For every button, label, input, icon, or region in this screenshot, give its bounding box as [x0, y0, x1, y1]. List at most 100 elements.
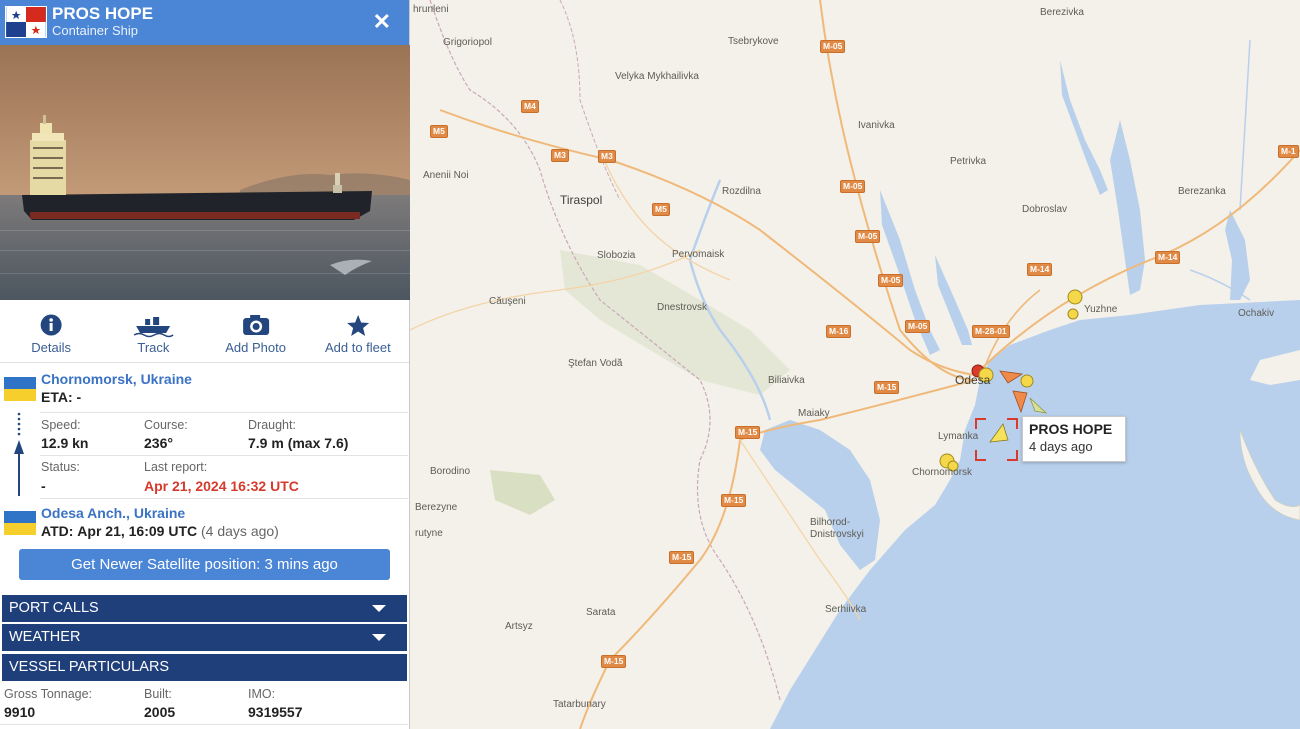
last-report-value: Apr 21, 2024 16:32 UTC — [144, 478, 299, 494]
status-value: - — [41, 478, 46, 494]
track-label: Track — [137, 340, 170, 355]
star-icon — [346, 315, 369, 336]
origin-port-link[interactable]: Odesa Anch., Ukraine — [41, 505, 185, 521]
course-label: Course: — [144, 418, 188, 432]
place-label-dobroslav: Dobroslav — [1022, 204, 1068, 215]
gross-tonnage-value: 9910 — [4, 704, 36, 720]
tooltip-last-seen: 4 days ago — [1029, 439, 1093, 454]
add-photo-button[interactable]: Add Photo — [205, 300, 307, 362]
imo-label: IMO: — [248, 687, 276, 701]
place-label-lymanka: Lymanka — [938, 431, 979, 442]
weather-section[interactable]: WEATHER — [2, 624, 407, 651]
app: hrunleni Grigoriopol Tsebrykove Berezivk… — [0, 0, 1300, 729]
place-label-artsyz: Artsyz — [505, 621, 533, 632]
place-label-rozdilna: Rozdilna — [722, 186, 761, 197]
imo-value: 9319557 — [248, 704, 303, 720]
road-badge: M-28-01 — [972, 325, 1010, 338]
course-value: 236° — [144, 435, 173, 451]
road-badge: M-14 — [1155, 251, 1181, 264]
speed-label: Speed: — [41, 418, 81, 432]
eta-label: ETA: — [41, 389, 73, 405]
track-button[interactable]: Track — [102, 300, 204, 362]
road-badge: M-05 — [820, 40, 846, 53]
place-label-rutyne: rutyne — [415, 528, 443, 539]
panel-header: PROS HOPE Container Ship ✕ — [0, 0, 409, 45]
place-label-maiaky: Maiaky — [798, 408, 830, 419]
place-label-causeni: Căuşeni — [489, 296, 526, 307]
place-label-tiraspol: Tiraspol — [560, 193, 603, 207]
vessel-particulars-label: VESSEL PARTICULARS — [9, 659, 170, 675]
add-photo-label: Add Photo — [225, 340, 286, 355]
route-arrow-icon — [14, 412, 24, 496]
place-label-tatarbunary: Tatarbunary — [553, 699, 606, 710]
road-badge: M-15 — [669, 551, 695, 564]
port-calls-section[interactable]: PORT CALLS — [2, 595, 407, 622]
place-label-velyka-mykhailivka: Velyka Mykhailivka — [615, 71, 699, 82]
gross-tonnage-label: Gross Tonnage: — [4, 687, 93, 701]
road-badge: M-15 — [721, 494, 747, 507]
divider — [40, 455, 408, 456]
close-icon[interactable]: ✕ — [373, 9, 391, 35]
built-label: Built: — [144, 687, 172, 701]
divider — [40, 412, 408, 413]
add-to-fleet-button[interactable]: Add to fleet — [307, 300, 409, 362]
place-label-yuzhne: Yuzhne — [1084, 304, 1118, 315]
divider — [40, 498, 408, 499]
road-badge: M3 — [551, 149, 569, 162]
road-badge: M3 — [598, 150, 616, 163]
road-badge: M-15 — [735, 426, 761, 439]
road-badge: M5 — [652, 203, 670, 216]
place-label-bilhorod-dnistrovskyi: Bilhorod- Dnistrovskyi — [810, 517, 864, 540]
place-label-odesa: Odesa — [955, 373, 991, 387]
speed-value: 12.9 kn — [41, 435, 89, 451]
vessel-name: PROS HOPE — [52, 4, 154, 23]
draught-value: 7.9 m (max 7.6) — [248, 435, 349, 451]
add-to-fleet-label: Add to fleet — [324, 340, 391, 355]
place-label-sarata: Sarata — [586, 607, 616, 618]
atd-label: ATD: — [41, 523, 74, 539]
road-badge: M-05 — [855, 230, 881, 243]
road-badge: M-05 — [905, 320, 931, 333]
place-label-ivanivka: Ivanivka — [858, 120, 895, 131]
eta-row: ETA: - — [41, 389, 81, 405]
place-label-grigoriopol: Grigoriopol — [443, 37, 492, 48]
place-label-berezyne: Berezyne — [415, 502, 458, 513]
chevron-down-icon — [372, 605, 386, 612]
atd-value: Apr 21, 16:09 UTC — [77, 523, 198, 539]
details-button[interactable]: Details — [0, 300, 102, 362]
place-label-borodino: Borodino — [430, 466, 471, 477]
status-label: Status: — [41, 460, 80, 474]
vessel-panel: PROS HOPE Container Ship ✕ Details Track… — [0, 0, 410, 729]
place-label-slobozia: Slobozia — [597, 250, 636, 261]
details-label: Details — [31, 340, 71, 355]
vessel-photo[interactable] — [0, 45, 410, 300]
last-report-label: Last report: — [144, 460, 208, 474]
info-circle-icon — [40, 314, 62, 336]
ship-icon — [133, 317, 174, 338]
road-badge: M-16 — [826, 325, 852, 338]
atd-row: ATD: Apr 21, 16:09 UTC (4 days ago) — [41, 523, 279, 539]
road-badge: M5 — [430, 125, 448, 138]
selected-vessel-marker[interactable] — [975, 418, 1018, 461]
road-badge: M-15 — [874, 381, 900, 394]
chevron-down-icon — [372, 634, 386, 641]
satellite-position-button[interactable]: Get Newer Satellite position: 3 mins ago — [19, 549, 390, 580]
place-label-tsebrykove: Tsebrykove — [728, 36, 779, 47]
place-label-biliaivka: Biliaivka — [768, 375, 805, 386]
place-label-berezanka: Berezanka — [1178, 186, 1226, 197]
vessel-particulars-section[interactable]: VESSEL PARTICULARS — [2, 654, 407, 681]
ukraine-flag-icon — [4, 511, 36, 535]
place-label-hrunleni: hrunleni — [413, 4, 449, 15]
vessel-type: Container Ship — [52, 23, 138, 38]
place-label-dnestrovsk: Dnestrovsk — [657, 302, 708, 313]
camera-icon — [242, 315, 269, 335]
action-bar: Details Track Add Photo Add to fleet — [0, 300, 409, 363]
vessel-tooltip[interactable]: PROS HOPE 4 days ago — [1022, 416, 1126, 462]
road-badge: M-14 — [1027, 263, 1053, 276]
place-label-stefan-voda: Ştefan Vodă — [568, 358, 623, 369]
draught-label: Draught: — [248, 418, 296, 432]
port-calls-label: PORT CALLS — [9, 600, 99, 616]
place-label-petrivka: Petrivka — [950, 156, 987, 167]
destination-port-link[interactable]: Chornomorsk, Ukraine — [41, 371, 192, 387]
place-label-anenii-noi: Anenii Noi — [423, 170, 469, 181]
